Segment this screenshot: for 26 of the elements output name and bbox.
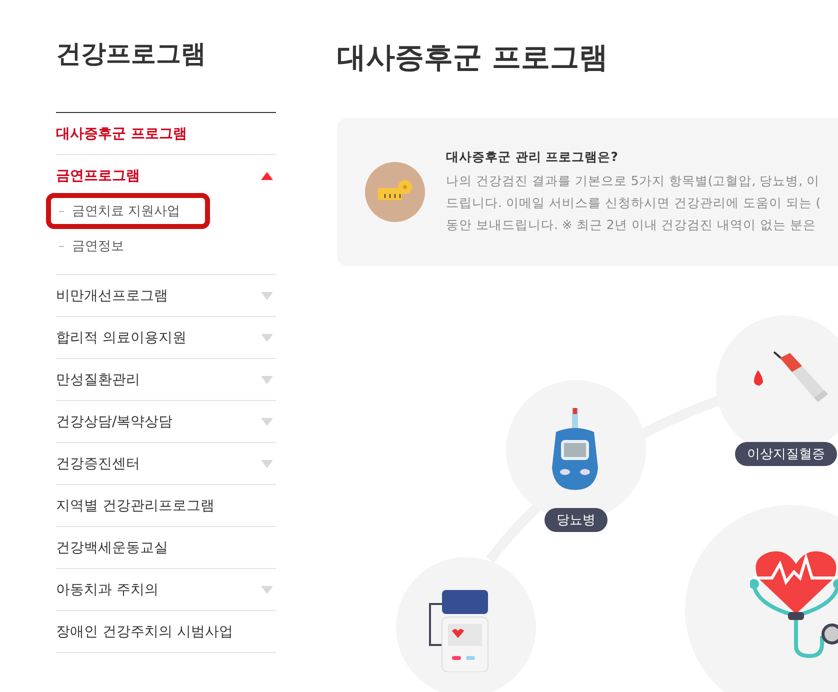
glucose-meter-icon: [552, 408, 598, 490]
category-label: 이상지질혈증: [735, 442, 837, 466]
sidebar-menu-item[interactable]: 건강증진센터: [56, 443, 276, 484]
blood-pressure-monitor-icon: [428, 590, 490, 672]
intro-text: 나의 건강검진 결과를 기본으로 5가지 항목별(고혈압, 당뇨병, 이: [446, 172, 821, 190]
intro-text: 동안 보내드립니다. ※ 최근 2년 이내 건강검진 내역이 없는 분은: [446, 216, 818, 234]
sidebar-menu-item[interactable]: 금연프로그램: [56, 165, 276, 187]
sidebar-menu-item[interactable]: 아동치과 주치의: [56, 569, 276, 610]
sidebar-menu-item[interactable]: 비만개선프로그램: [56, 275, 276, 316]
heart-stethoscope-icon: [750, 548, 838, 658]
sidebar-menu-item[interactable]: 합리적 의료이용지원: [56, 317, 276, 358]
sidebar-menu-item[interactable]: 만성질환관리: [56, 359, 276, 400]
dash-mark: [59, 210, 64, 212]
tape-measure-icon: [365, 162, 425, 222]
submenu-item[interactable]: 금연정보: [46, 228, 276, 264]
page-heading: 대사증후군 프로그램: [337, 39, 610, 76]
sidebar-menu-item[interactable]: 지역별 건강관리프로그램: [56, 485, 276, 526]
sidebar-menu-item[interactable]: 장애인 건강주치의 시범사업: [56, 611, 276, 652]
sidebar-title: 건강프로그램: [56, 0, 276, 113]
sidebar-menu-item[interactable]: 건강상담/복약상담: [56, 401, 276, 442]
intro-title: 대사증후군 관리 프로그램은?: [446, 148, 619, 166]
highlighted-submenu-item[interactable]: 금연치료 지원사업: [46, 193, 210, 229]
sidebar-menu-item[interactable]: 대사증후군 프로그램: [56, 113, 276, 154]
intro-text: 드립니다. 이메일 서비스를 신청하시면 건강관리에 도움이 되는 (: [446, 194, 821, 212]
category-label: 당뇨병: [544, 508, 608, 532]
sidebar-menu-item[interactable]: 건강백세운동교실: [56, 527, 276, 568]
